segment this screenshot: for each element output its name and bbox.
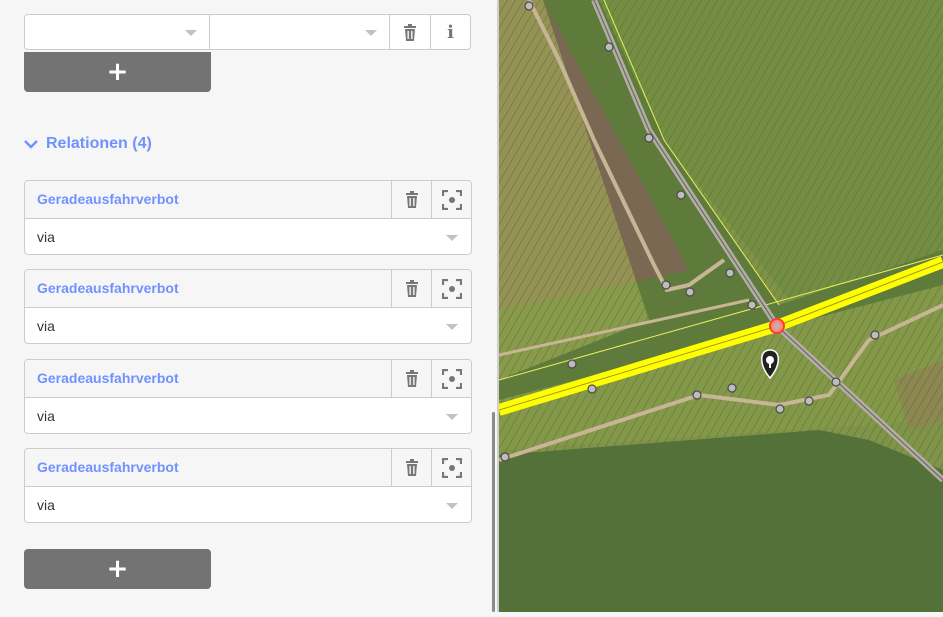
- relation-item: Geradeausfahrverbot via: [24, 448, 472, 523]
- relation-delete-button[interactable]: [391, 181, 431, 218]
- relation-role-combo[interactable]: via: [25, 487, 471, 522]
- relation-name-link[interactable]: Geradeausfahrverbot: [25, 181, 391, 218]
- tag-key-combo[interactable]: [25, 15, 210, 49]
- relation-name-link[interactable]: Geradeausfahrverbot: [25, 270, 391, 307]
- plus-icon: +: [106, 554, 129, 584]
- relation-role-combo[interactable]: via: [25, 219, 471, 254]
- tag-info-button[interactable]: i: [430, 15, 470, 49]
- zoom-to-icon: [441, 368, 462, 389]
- plus-icon: +: [106, 57, 129, 87]
- relation-name-link[interactable]: Geradeausfahrverbot: [25, 360, 391, 397]
- zoom-to-icon: [441, 189, 462, 210]
- relation-delete-button[interactable]: [391, 360, 431, 397]
- trash-icon: [405, 370, 418, 387]
- relations-section-toggle[interactable]: Relationen (4): [24, 132, 152, 156]
- tag-delete-button[interactable]: [390, 15, 430, 49]
- relation-zoom-button[interactable]: [431, 360, 471, 397]
- map-svg[interactable]: [497, 0, 943, 612]
- chevron-down-icon: [24, 140, 38, 149]
- info-icon: i: [447, 21, 454, 43]
- chevron-down-icon: [446, 235, 458, 241]
- chevron-down-icon: [446, 324, 458, 330]
- add-tag-button[interactable]: +: [24, 52, 211, 92]
- zoom-to-icon: [441, 457, 462, 478]
- chevron-down-icon: [446, 414, 458, 420]
- trash-icon: [405, 280, 418, 297]
- trash-icon: [405, 459, 418, 476]
- relation-name-link[interactable]: Geradeausfahrverbot: [25, 449, 391, 486]
- relation-role-value: via: [37, 318, 55, 334]
- sidebar-scrollbar[interactable]: [492, 412, 495, 612]
- zoom-to-icon: [441, 278, 462, 299]
- relation-delete-button[interactable]: [391, 270, 431, 307]
- inspector-sidebar: i + Relationen (4) Geradeausfahrverbot v…: [0, 0, 497, 612]
- chevron-down-icon: [446, 503, 458, 509]
- chevron-down-icon: [184, 30, 197, 36]
- selected-node-core: [774, 323, 780, 329]
- relations-section-title: Relationen (4): [46, 135, 152, 152]
- relation-zoom-button[interactable]: [431, 449, 471, 486]
- tag-value-combo[interactable]: [210, 15, 391, 49]
- trash-icon: [404, 23, 417, 41]
- trash-icon: [405, 191, 418, 208]
- relation-role-combo[interactable]: via: [25, 308, 471, 343]
- tag-row: i: [24, 14, 471, 50]
- relation-role-value: via: [37, 408, 55, 424]
- relation-item: Geradeausfahrverbot via: [24, 269, 472, 344]
- relation-zoom-button[interactable]: [431, 181, 471, 218]
- relation-item: Geradeausfahrverbot via: [24, 359, 472, 434]
- relation-zoom-button[interactable]: [431, 270, 471, 307]
- relation-role-value: via: [37, 497, 55, 513]
- chevron-down-icon: [365, 30, 378, 36]
- relation-delete-button[interactable]: [391, 449, 431, 486]
- relation-role-combo[interactable]: via: [25, 398, 471, 433]
- relation-role-value: via: [37, 229, 55, 245]
- map-canvas[interactable]: [497, 0, 943, 612]
- add-relation-button[interactable]: +: [24, 549, 211, 589]
- relation-item: Geradeausfahrverbot via: [24, 180, 472, 255]
